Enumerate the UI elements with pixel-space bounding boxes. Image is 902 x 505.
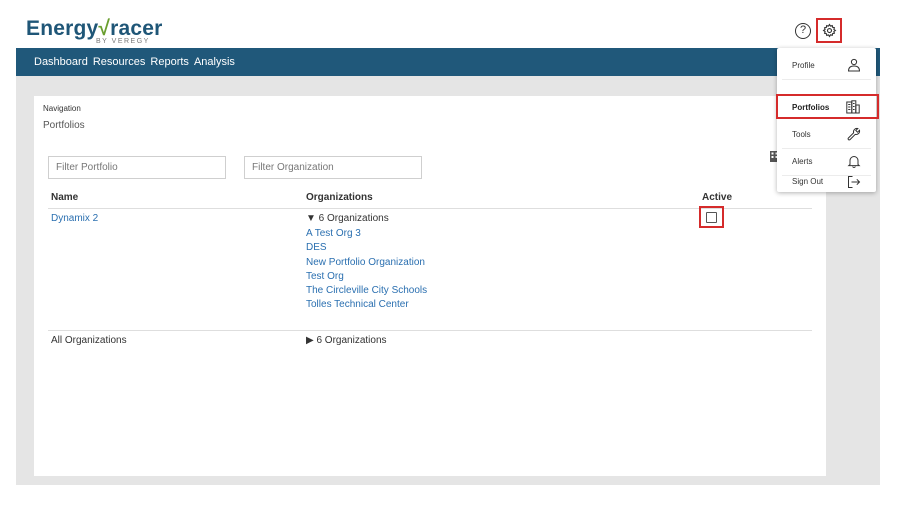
header-divider xyxy=(48,208,812,209)
organization-link[interactable]: The Circleville City Schools xyxy=(306,284,427,298)
app-window: Energy√racer BY VEREGY ? Dashboard Resou… xyxy=(16,16,880,485)
active-checkbox[interactable] xyxy=(706,211,717,223)
main-navbar: Dashboard Resources Reports Analysis xyxy=(16,48,880,76)
buildings-icon xyxy=(846,100,860,114)
filter-organization-input[interactable] xyxy=(244,156,422,179)
organizations-toggle[interactable]: ▼ 6 Organizations xyxy=(306,213,389,224)
nav-analysis[interactable]: Analysis xyxy=(194,56,235,68)
person-icon xyxy=(847,58,861,72)
menu-item-label: Portfolios xyxy=(792,103,830,112)
column-header-name[interactable]: Name xyxy=(51,192,78,203)
column-header-organizations[interactable]: Organizations xyxy=(306,192,373,203)
navigation-label: Navigation xyxy=(43,104,81,113)
energy-tracer-logo[interactable]: Energy√racer BY VEREGY xyxy=(26,18,163,46)
nav-reports[interactable]: Reports xyxy=(150,56,189,68)
help-icon[interactable]: ? xyxy=(795,23,811,39)
nav-dashboard[interactable]: Dashboard xyxy=(34,56,88,68)
portfolios-card: Navigation Portfolios Name Organizations… xyxy=(34,96,826,476)
menu-item-profile[interactable]: Profile xyxy=(777,52,876,79)
logo-word-energy: Energy xyxy=(26,17,99,40)
logo-subtitle: BY VEREGY xyxy=(96,38,150,45)
filter-portfolio-input[interactable] xyxy=(48,156,226,179)
organizations-toggle[interactable]: ▶ 6 Organizations xyxy=(306,335,387,346)
logo-wordmark: Energy√racer xyxy=(26,18,163,40)
bell-icon xyxy=(847,156,861,168)
menu-divider xyxy=(782,79,871,80)
menu-item-label: Profile xyxy=(792,61,815,70)
gear-icon xyxy=(822,23,836,38)
organization-link[interactable]: Tolles Technical Center xyxy=(306,298,427,312)
menu-item-label: Tools xyxy=(792,130,811,139)
menu-item-label: Sign Out xyxy=(792,177,824,186)
portfolio-name: All Organizations xyxy=(51,335,127,346)
menu-item-label: Alerts xyxy=(792,157,813,166)
wrench-icon xyxy=(847,127,861,141)
portfolio-name-link[interactable]: Dynamix 2 xyxy=(51,213,98,224)
column-header-active[interactable]: Active xyxy=(702,192,732,203)
organization-link[interactable]: A Test Org 3 xyxy=(306,227,427,241)
logo-check: √ xyxy=(98,17,111,40)
logo-word-racer: racer xyxy=(110,17,163,40)
organization-list: A Test Org 3 DES New Portfolio Organizat… xyxy=(306,227,427,313)
menu-item-sign-out[interactable]: Sign Out xyxy=(777,175,876,192)
menu-item-tools[interactable]: Tools xyxy=(777,121,876,148)
organization-link[interactable]: New Portfolio Organization xyxy=(306,256,427,270)
page-title: Portfolios xyxy=(43,120,85,131)
sign-out-icon xyxy=(848,176,861,188)
row-divider xyxy=(48,330,812,331)
active-checkbox-highlight xyxy=(699,206,724,228)
organization-link[interactable]: Test Org xyxy=(306,270,427,284)
organization-link[interactable]: DES xyxy=(306,241,427,255)
top-header: Energy√racer BY VEREGY ? xyxy=(16,16,880,48)
settings-dropdown-menu: Profile Portfolios Tools Alerts Sign Out xyxy=(776,48,879,192)
settings-gear-button[interactable] xyxy=(816,18,842,43)
menu-item-portfolios[interactable]: Portfolios xyxy=(776,94,879,119)
nav-resources[interactable]: Resources xyxy=(93,56,146,68)
menu-item-alerts[interactable]: Alerts xyxy=(777,148,876,175)
